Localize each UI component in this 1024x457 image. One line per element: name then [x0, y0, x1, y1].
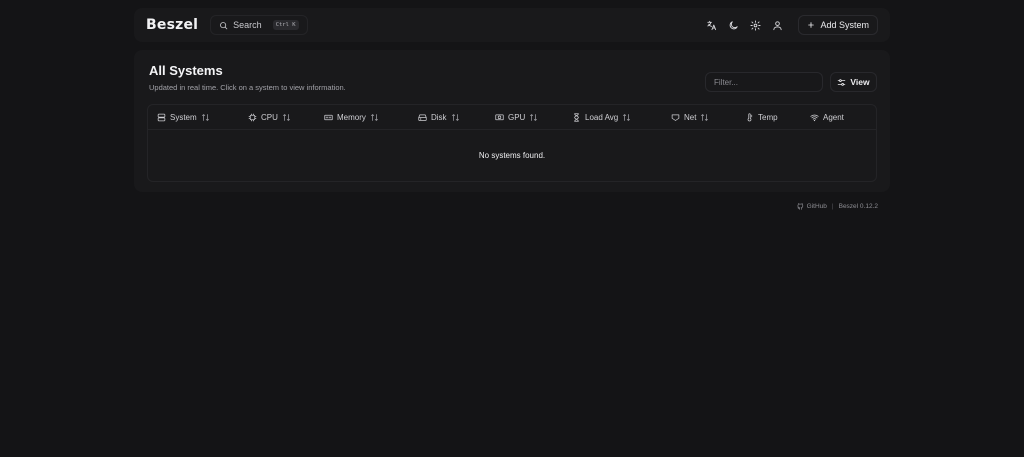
search-shortcut: Ctrl K	[272, 20, 299, 30]
sort-icon	[451, 114, 459, 121]
plus-icon	[808, 22, 815, 28]
column-cpu[interactable]: CPU	[248, 105, 291, 130]
search-label: Search	[233, 20, 262, 30]
sort-icon	[201, 114, 209, 121]
search-button[interactable]: Search Ctrl K	[210, 15, 308, 35]
hourglass-icon	[574, 113, 579, 122]
version-link[interactable]: Beszel 0.12.2	[839, 203, 878, 210]
view-options-button[interactable]: View	[830, 72, 877, 92]
column-agent[interactable]: Agent	[810, 105, 844, 130]
add-system-button[interactable]: Add System	[798, 15, 878, 35]
theme-toggle-button[interactable]	[722, 14, 744, 36]
add-system-label: Add System	[820, 20, 869, 30]
column-label: System	[170, 113, 197, 122]
systems-card: All Systems Updated in real time. Click …	[134, 50, 890, 192]
moon-icon	[729, 20, 738, 29]
column-label: Net	[684, 113, 697, 122]
filter-placeholder: Filter...	[714, 77, 739, 87]
column-load-avg[interactable]: Load Avg	[572, 105, 631, 130]
column-label: Temp	[758, 113, 778, 122]
table-header: System CPU Memory Disk GPU Load Avg Net …	[148, 105, 876, 130]
cpu-icon	[248, 113, 257, 122]
top-navbar: Beszel Search Ctrl K Add System	[134, 8, 890, 42]
github-icon	[797, 203, 803, 210]
github-link[interactable]: GitHub	[807, 203, 827, 210]
memory-icon	[324, 114, 333, 121]
column-label: GPU	[508, 113, 526, 122]
sort-icon	[623, 114, 631, 121]
disk-icon	[418, 114, 427, 121]
filter-input[interactable]: Filter...	[705, 72, 823, 92]
app-logo[interactable]: Beszel	[146, 17, 198, 33]
translate-icon	[707, 20, 717, 30]
sliders-icon	[838, 78, 846, 86]
column-label: Memory	[337, 113, 366, 122]
search-icon	[220, 21, 228, 29]
footer: GitHub | Beszel 0.12.2	[797, 203, 878, 210]
column-label: CPU	[261, 113, 278, 122]
gpu-icon	[495, 114, 504, 121]
page-title: All Systems	[149, 63, 223, 78]
column-label: Load Avg	[585, 113, 619, 122]
thermometer-icon	[747, 113, 753, 122]
column-system[interactable]: System	[157, 105, 210, 130]
column-disk[interactable]: Disk	[418, 105, 460, 130]
column-net[interactable]: Net	[671, 105, 709, 130]
wifi-icon	[810, 114, 819, 122]
column-temp[interactable]: Temp	[745, 105, 778, 130]
gear-icon	[750, 19, 761, 31]
empty-state-message: No systems found.	[478, 151, 546, 160]
column-memory[interactable]: Memory	[324, 105, 379, 130]
view-label: View	[850, 77, 870, 87]
sort-icon	[371, 114, 378, 121]
user-menu-button[interactable]	[766, 14, 788, 36]
server-icon	[157, 113, 166, 122]
systems-table: System CPU Memory Disk GPU Load Avg Net …	[147, 104, 877, 182]
sort-icon	[283, 114, 290, 121]
column-gpu[interactable]: GPU	[495, 105, 538, 130]
sort-icon	[701, 114, 709, 121]
settings-button[interactable]	[744, 14, 766, 36]
footer-separator: |	[831, 203, 834, 210]
user-icon	[773, 20, 782, 30]
language-button[interactable]	[700, 14, 722, 36]
column-label: Agent	[823, 113, 844, 122]
network-icon	[671, 114, 680, 121]
column-label: Disk	[431, 113, 447, 122]
sort-icon	[530, 114, 538, 121]
page-subtitle: Updated in real time. Click on a system …	[149, 83, 346, 92]
